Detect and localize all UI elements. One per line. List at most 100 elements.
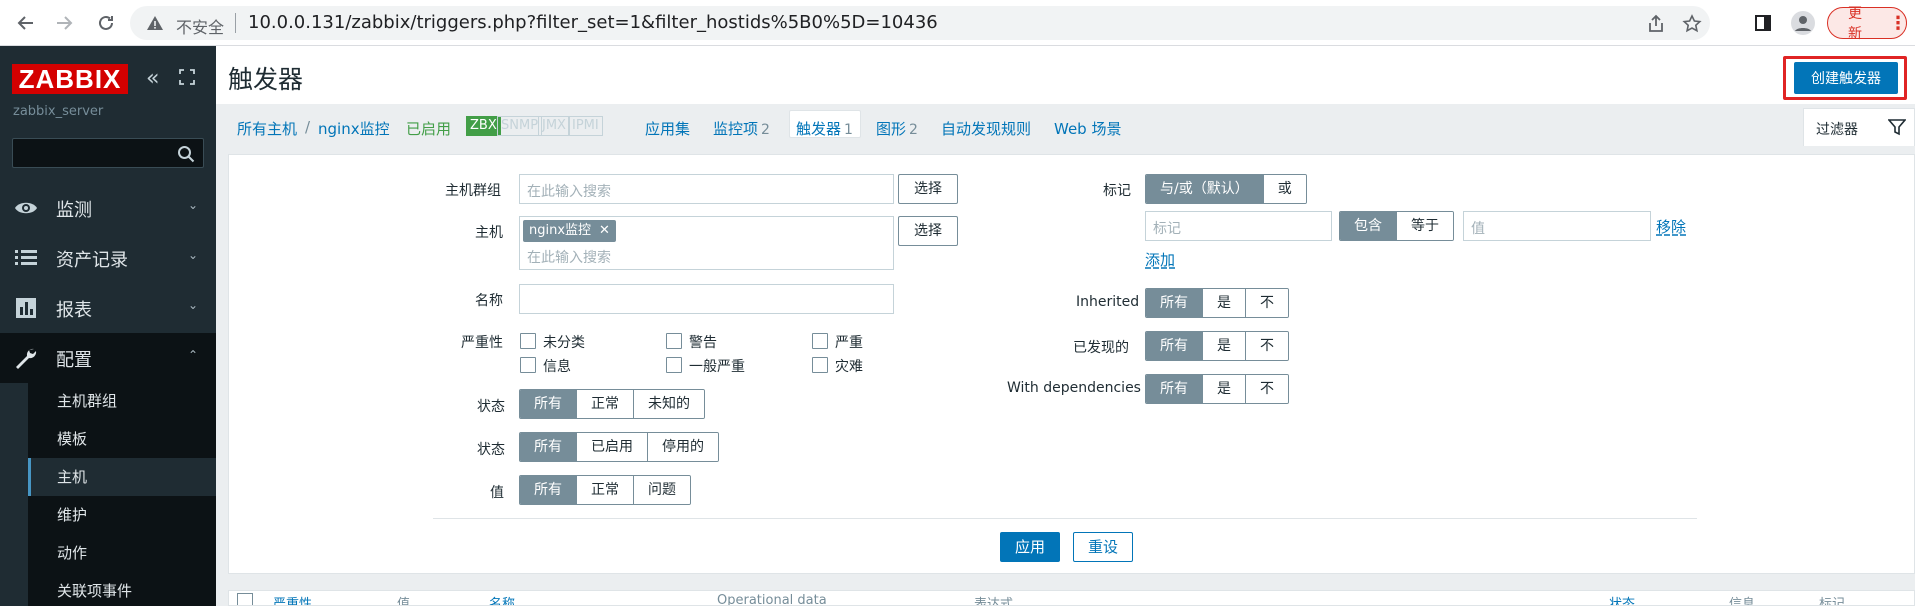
severity-not-classified-checkbox[interactable]: [520, 333, 536, 349]
update-label: 更新: [1848, 6, 1862, 42]
discovered-all-option[interactable]: 所有: [1146, 332, 1202, 360]
warning-icon[interactable]: [146, 14, 164, 32]
chevron-down-icon: ⌄: [187, 198, 198, 212]
tag-contains-option[interactable]: 包含: [1340, 212, 1396, 240]
apply-button[interactable]: 应用: [1000, 532, 1060, 562]
tab-items-count: 2: [761, 122, 770, 138]
tab-discovery-rules[interactable]: 自动发现规则: [941, 118, 1031, 139]
inherited-yes-option[interactable]: 是: [1202, 289, 1245, 317]
collapse-sidebar-icon[interactable]: «: [146, 66, 159, 91]
inherited-all-option[interactable]: 所有: [1146, 289, 1202, 317]
search-icon[interactable]: [177, 145, 195, 163]
tags-label: 标记: [1103, 183, 1131, 199]
dependencies-yes-option[interactable]: 是: [1202, 375, 1245, 403]
tag-value-input[interactable]: 值: [1463, 211, 1651, 241]
state-normal-option[interactable]: 正常: [576, 390, 633, 418]
share-icon[interactable]: [1646, 14, 1666, 34]
value-all-option[interactable]: 所有: [520, 476, 576, 504]
remove-tag-link[interactable]: 移除: [1656, 216, 1686, 237]
host-navigation: 所有主机 / nginx监控 已启用 ZBX SNMP JMX IPMI 应用集…: [216, 104, 1915, 146]
page-title: 触发器: [228, 65, 304, 94]
status-enabled-option[interactable]: 已启用: [576, 433, 647, 461]
breadcrumb-all-hosts[interactable]: 所有主机: [237, 118, 297, 139]
status-label: 状态: [477, 442, 505, 458]
star-icon[interactable]: [1682, 14, 1702, 34]
menu-monitoring[interactable]: 监测 ⌄: [0, 183, 216, 233]
kiosk-mode-icon[interactable]: [178, 68, 196, 86]
tab-web-scenarios[interactable]: Web 场景: [1054, 118, 1121, 139]
severity-high-checkbox[interactable]: [812, 333, 828, 349]
submenu-hosts[interactable]: 主机: [28, 458, 216, 496]
zabbix-logo[interactable]: ZABBIX: [12, 64, 128, 94]
filter-tab[interactable]: 过滤器: [1803, 108, 1915, 146]
value-segmented: 所有 正常 问题: [519, 475, 691, 505]
severity-disaster-checkbox[interactable]: [812, 357, 828, 373]
submenu-host-groups[interactable]: 主机群组: [28, 382, 216, 420]
severity-warning-checkbox[interactable]: [666, 333, 682, 349]
dependencies-all-option[interactable]: 所有: [1146, 375, 1202, 403]
value-ok-option[interactable]: 正常: [576, 476, 633, 504]
severity-information-checkbox[interactable]: [520, 357, 536, 373]
severity-label: 严重性: [461, 335, 503, 351]
dependencies-no-option[interactable]: 不: [1245, 375, 1288, 403]
column-info: 信息: [1729, 597, 1756, 606]
create-trigger-button[interactable]: 创建触发器: [1794, 62, 1898, 94]
url-text[interactable]: 10.0.0.131/zabbix/triggers.php?filter_se…: [248, 12, 938, 33]
back-icon[interactable]: [12, 9, 40, 37]
submenu-templates[interactable]: 模板: [28, 420, 216, 458]
tab-applications[interactable]: 应用集: [645, 118, 690, 139]
tags-and-or-option[interactable]: 与/或（默认）: [1146, 175, 1263, 203]
update-button[interactable]: 更新 ⋮: [1827, 6, 1907, 42]
host-group-select-button[interactable]: 选择: [898, 174, 958, 204]
host-chip-label: nginx监控: [529, 223, 592, 238]
sidebar: ZABBIX « zabbix_server 监测 ⌄ 资产记录 ⌄ 报表 ⌄ …: [0, 46, 216, 606]
severity-average-checkbox[interactable]: [666, 357, 682, 373]
inherited-no-option[interactable]: 不: [1245, 289, 1288, 317]
name-input[interactable]: [519, 284, 894, 314]
menu-label: 资产记录: [56, 250, 128, 271]
sidebar-search-input[interactable]: [12, 138, 204, 168]
submenu-event-correlation[interactable]: 关联项事件: [28, 572, 216, 606]
host-multiselect[interactable]: nginx监控 ✕ 在此输入搜索: [519, 216, 894, 270]
menu-inventory[interactable]: 资产记录 ⌄: [0, 233, 216, 283]
tab-graphs[interactable]: 图形 2: [876, 118, 918, 139]
submenu-actions[interactable]: 动作: [28, 534, 216, 572]
column-name[interactable]: 名称: [489, 593, 515, 605]
address-bar[interactable]: 不安全 10.0.0.131/zabbix/triggers.php?filte…: [130, 6, 1710, 40]
severity-option-label: 未分类: [543, 335, 585, 351]
status-disabled-option[interactable]: 停用的: [647, 433, 718, 461]
reload-icon[interactable]: [92, 9, 120, 37]
host-status-enabled[interactable]: 已启用: [406, 118, 451, 139]
value-problem-option[interactable]: 问题: [633, 476, 690, 504]
discovered-no-option[interactable]: 不: [1245, 332, 1288, 360]
tag-equals-option[interactable]: 等于: [1396, 212, 1453, 240]
close-icon[interactable]: ✕: [599, 223, 610, 238]
chevron-down-icon: ⌄: [187, 248, 198, 262]
wrench-icon: [16, 348, 37, 369]
tab-triggers[interactable]: 触发器 1: [796, 118, 853, 139]
profile-icon[interactable]: [1790, 10, 1816, 36]
add-tag-link[interactable]: 添加: [1145, 249, 1175, 270]
host-group-input[interactable]: 在此输入搜索: [519, 174, 894, 204]
column-severity[interactable]: 严重性: [273, 593, 312, 605]
host-select-button[interactable]: 选择: [898, 216, 958, 246]
menu-reports[interactable]: 报表 ⌄: [0, 283, 216, 333]
status-all-option[interactable]: 所有: [520, 433, 576, 461]
tab-items[interactable]: 监控项 2: [713, 118, 770, 139]
state-unknown-option[interactable]: 未知的: [633, 390, 704, 418]
submenu-maintenance[interactable]: 维护: [28, 496, 216, 534]
side-panel-icon[interactable]: [1750, 10, 1776, 36]
tab-graphs-count: 2: [909, 122, 918, 138]
menu-configuration[interactable]: 配置 ⌃: [0, 333, 216, 383]
availability-jmx: JMX: [538, 116, 570, 136]
tags-or-option[interactable]: 或: [1262, 175, 1306, 203]
reset-button[interactable]: 重设: [1073, 532, 1133, 562]
state-all-option[interactable]: 所有: [520, 390, 576, 418]
column-status[interactable]: 状态: [1609, 593, 1635, 605]
omnibox-separator: [235, 13, 236, 33]
discovered-yes-option[interactable]: 是: [1202, 332, 1245, 360]
tag-name-input[interactable]: 标记: [1145, 211, 1332, 241]
forward-icon[interactable]: [50, 9, 78, 37]
breadcrumb-host[interactable]: nginx监控: [318, 118, 390, 139]
select-all-checkbox[interactable]: [237, 593, 253, 605]
